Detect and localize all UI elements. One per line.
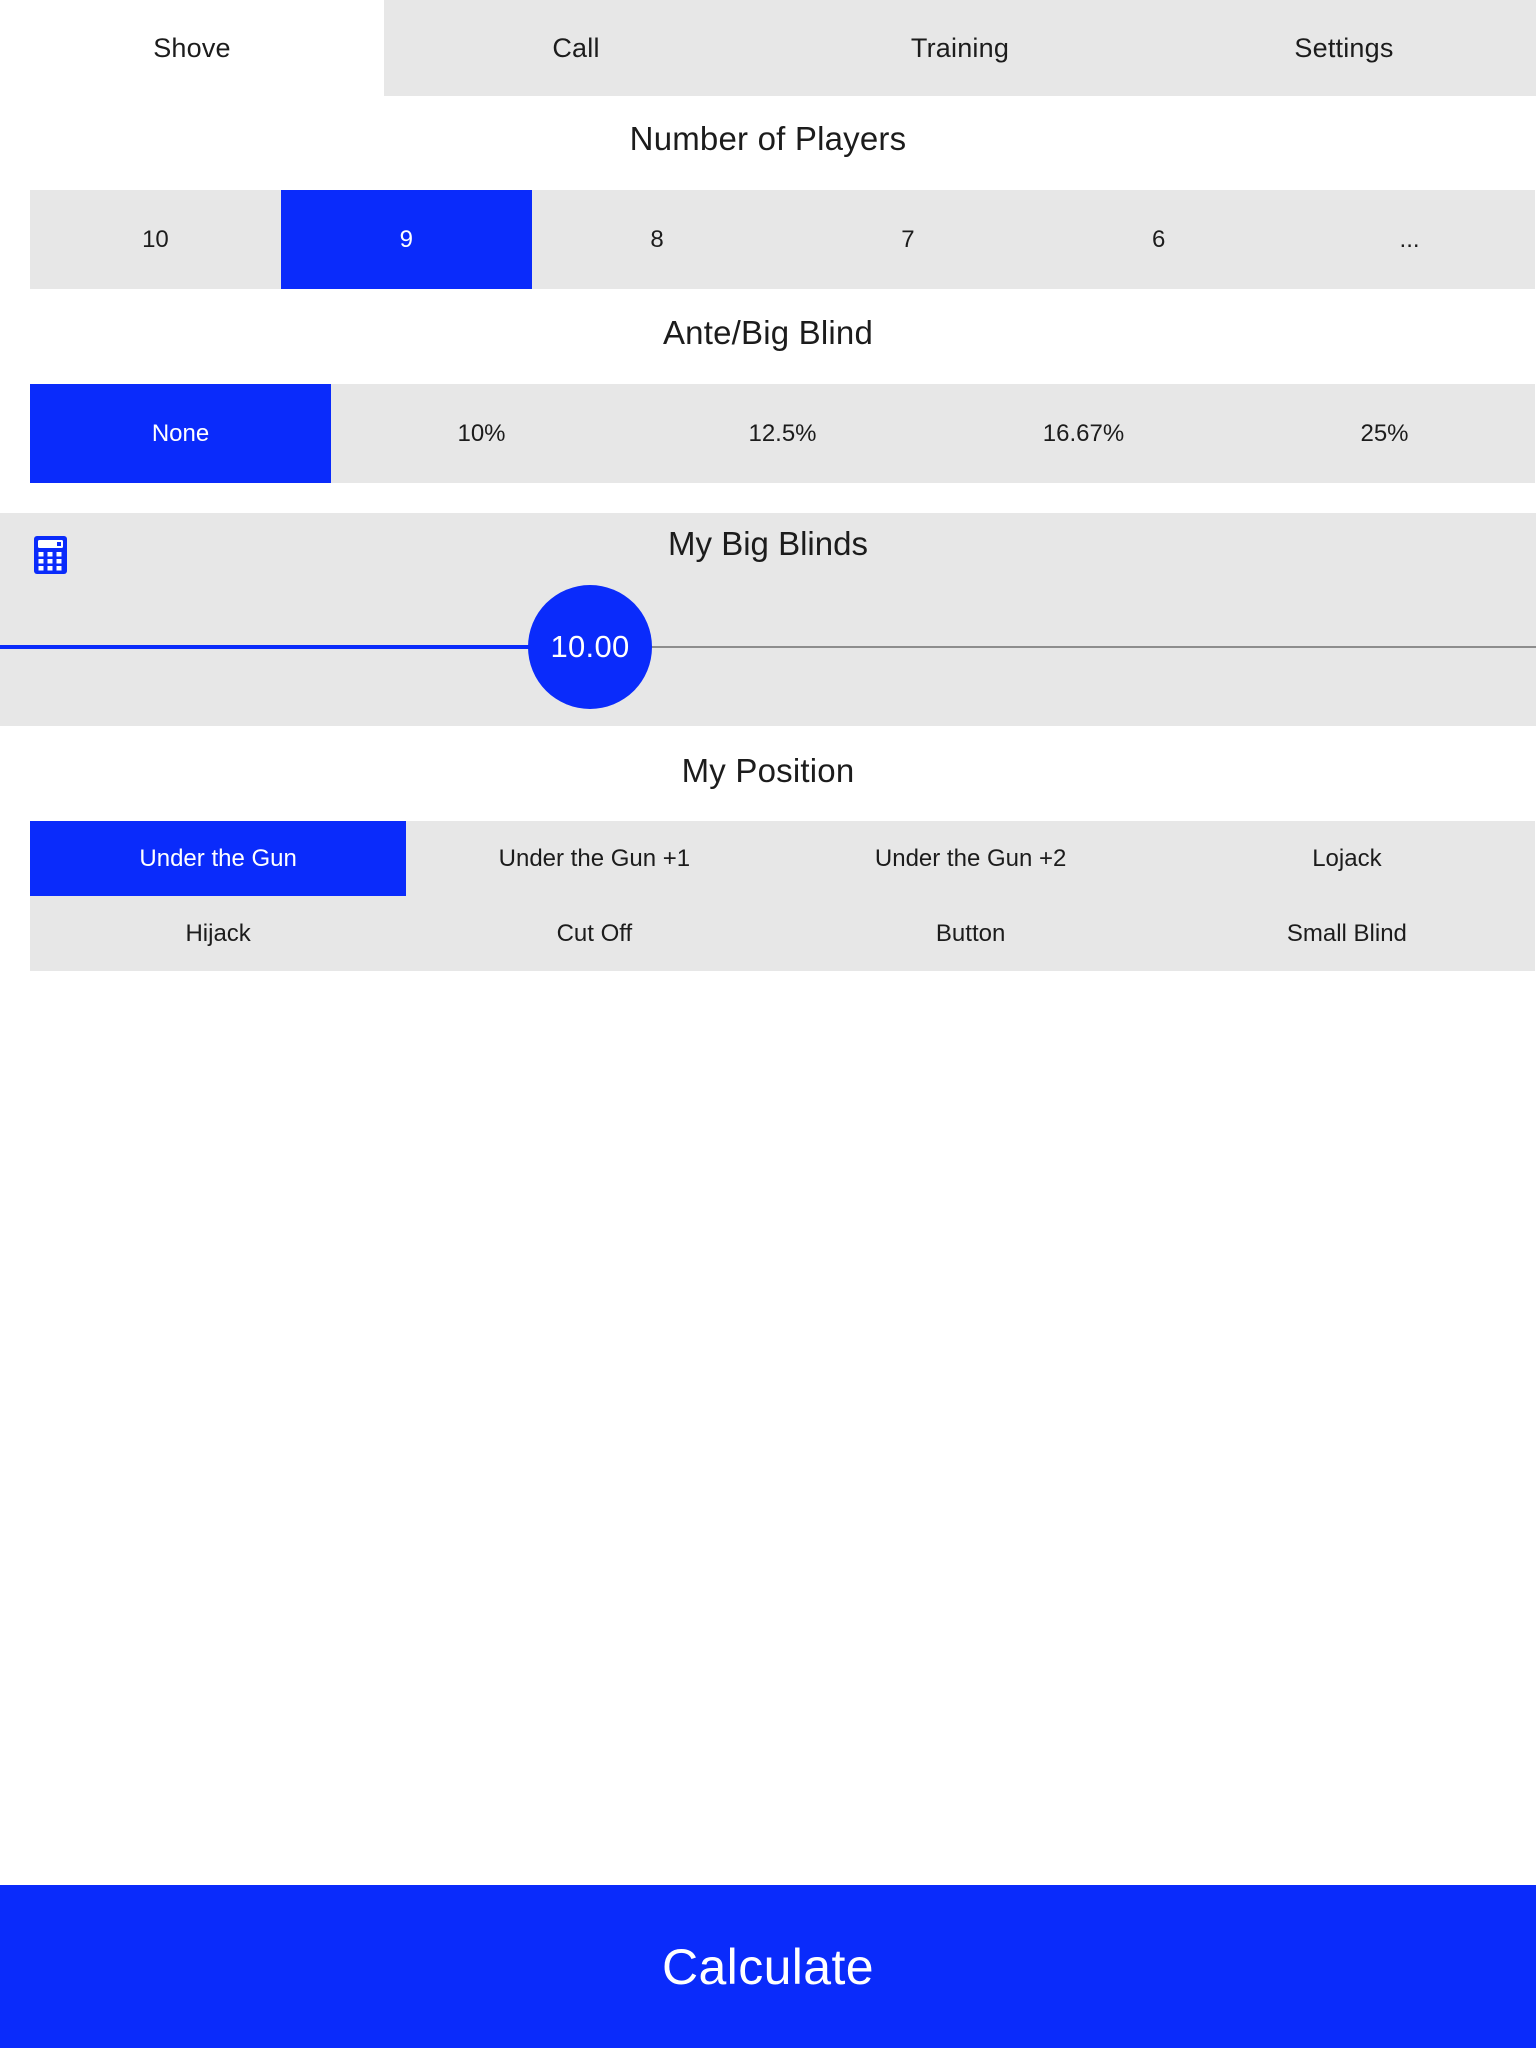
big-blinds-slider[interactable]: 10.00 <box>0 513 1536 726</box>
position-option-hijack-label: Hijack <box>185 919 251 947</box>
number-of-players-selector: 10 9 8 7 6 ... <box>30 190 1535 289</box>
slider-value-label: 10.00 <box>550 629 630 664</box>
position-option-under-the-gun-plus-1-label: Under the Gun +1 <box>498 844 691 872</box>
players-option-more-label: ... <box>1399 225 1420 253</box>
players-option-6[interactable]: 6 <box>1033 190 1285 289</box>
slider-track-remaining <box>590 646 1536 648</box>
position-option-small-blind-label: Small Blind <box>1286 919 1407 947</box>
ante-option-12-5[interactable]: 12.5% <box>632 384 933 483</box>
calculate-button[interactable]: Calculate <box>0 1885 1536 2048</box>
position-option-lojack-label: Lojack <box>1312 844 1382 872</box>
tab-training[interactable]: Training <box>768 0 1152 96</box>
number-of-players-title: Number of Players <box>629 120 907 157</box>
ante-option-10[interactable]: 10% <box>331 384 632 483</box>
tab-call[interactable]: Call <box>384 0 768 96</box>
slider-thumb[interactable]: 10.00 <box>528 585 652 709</box>
tab-shove-label: Shove <box>153 32 231 63</box>
ante-option-25-label: 25% <box>1360 419 1409 447</box>
position-option-under-the-gun[interactable]: Under the Gun <box>30 821 407 896</box>
ante-option-16-67[interactable]: 16.67% <box>933 384 1234 483</box>
players-option-10[interactable]: 10 <box>30 190 281 289</box>
my-position-title: My Position <box>681 752 855 789</box>
tab-call-label: Call <box>552 32 600 63</box>
position-option-lojack[interactable]: Lojack <box>1158 821 1535 896</box>
players-option-8[interactable]: 8 <box>531 190 783 289</box>
players-option-7-label: 7 <box>901 225 915 253</box>
players-option-8-label: 8 <box>650 225 664 253</box>
tab-settings[interactable]: Settings <box>1152 0 1536 96</box>
tab-settings-label: Settings <box>1294 32 1394 63</box>
ante-option-16-67-label: 16.67% <box>1042 419 1125 447</box>
ante-option-10-label: 10% <box>457 419 506 447</box>
tab-shove[interactable]: Shove <box>0 0 384 96</box>
players-option-9-label: 9 <box>399 225 413 253</box>
my-big-blinds-panel: My Big Blinds 10.00 <box>0 513 1536 726</box>
position-option-under-the-gun-label: Under the Gun <box>139 844 297 872</box>
tab-training-label: Training <box>910 32 1010 63</box>
position-option-button[interactable]: Button <box>782 896 1159 971</box>
players-option-7[interactable]: 7 <box>782 190 1034 289</box>
position-option-under-the-gun-plus-2[interactable]: Under the Gun +2 <box>782 821 1159 896</box>
position-option-cut-off[interactable]: Cut Off <box>406 896 783 971</box>
tab-bar: Shove Call Training Settings <box>0 0 1536 96</box>
ante-big-blind-selector: None 10% 12.5% 16.67% 25% <box>30 384 1535 483</box>
ante-option-none[interactable]: None <box>30 384 331 483</box>
ante-option-none-label: None <box>151 419 210 447</box>
players-option-6-label: 6 <box>1152 225 1166 253</box>
position-option-small-blind[interactable]: Small Blind <box>1158 896 1535 971</box>
players-option-more[interactable]: ... <box>1284 190 1535 289</box>
position-option-under-the-gun-plus-1[interactable]: Under the Gun +1 <box>406 821 783 896</box>
calculate-button-label: Calculate <box>661 1938 875 1995</box>
players-option-10-label: 10 <box>142 225 169 253</box>
ante-option-25[interactable]: 25% <box>1234 384 1535 483</box>
my-position-selector: Under the Gun Under the Gun +1 Under the… <box>30 821 1535 971</box>
slider-track-filled <box>0 645 590 649</box>
players-option-9[interactable]: 9 <box>280 190 532 289</box>
position-option-under-the-gun-plus-2-label: Under the Gun +2 <box>874 844 1067 872</box>
ante-option-12-5-label: 12.5% <box>748 419 817 447</box>
position-option-hijack[interactable]: Hijack <box>30 896 407 971</box>
position-option-button-label: Button <box>935 919 1006 947</box>
position-option-cut-off-label: Cut Off <box>556 919 633 947</box>
ante-big-blind-title: Ante/Big Blind <box>662 314 874 351</box>
